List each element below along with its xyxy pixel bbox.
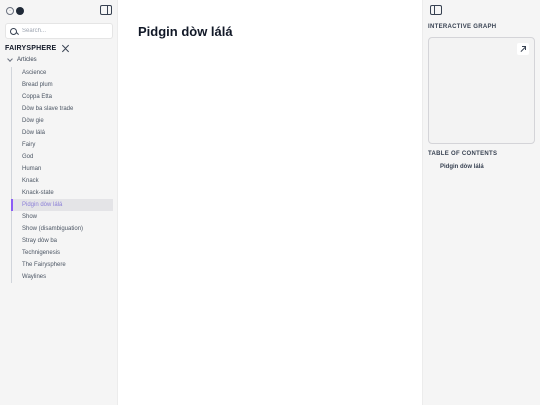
site-title[interactable]: FAIRYSPHERE bbox=[5, 44, 70, 52]
sidebar-item-ascience[interactable]: Ascience bbox=[12, 67, 113, 79]
sidebar-item-show[interactable]: Show bbox=[12, 211, 113, 223]
search-box[interactable] bbox=[5, 23, 113, 39]
sidebar-item-dow-ba-slave-trade[interactable]: Dòw ba slave trade bbox=[12, 103, 113, 115]
sidebar-item-stray-dow-ba[interactable]: Stray dòw ba bbox=[12, 235, 113, 247]
sidebar-item-the-fairysphere[interactable]: The Fairysphere bbox=[12, 259, 113, 271]
sidebar-item-show-disambiguation[interactable]: Show (disambiguation) bbox=[12, 223, 113, 235]
graph-heading: INTERACTIVE GRAPH bbox=[428, 24, 497, 30]
search-input[interactable] bbox=[22, 28, 102, 34]
site-title-text[interactable]: FAIRYSPHERE bbox=[5, 45, 56, 52]
sidebar-header: · bbox=[6, 5, 112, 17]
sidebar-item-dow-lala[interactable]: Dòw lálá bbox=[12, 127, 113, 139]
interactive-graph[interactable] bbox=[428, 37, 535, 144]
moon-icon[interactable] bbox=[16, 6, 24, 15]
panel-left-icon[interactable] bbox=[100, 5, 112, 15]
tree-folder-label[interactable]: Articles bbox=[17, 57, 37, 63]
search-icon bbox=[10, 27, 17, 35]
theme-toggle[interactable]: · bbox=[6, 5, 26, 16]
sidebar-item-dow-gie[interactable]: Dòw gie bbox=[12, 115, 113, 127]
tree-folder-articles[interactable]: Articles bbox=[7, 56, 37, 63]
sidebar-item-bread-plum[interactable]: Bread plum bbox=[12, 79, 113, 91]
expand-icon[interactable] bbox=[517, 43, 529, 55]
sidebar-item-knack-state[interactable]: Knack-state bbox=[12, 187, 113, 199]
chevron-down-icon[interactable] bbox=[7, 56, 13, 62]
page-title: Pidgin dòw lálá bbox=[138, 24, 233, 39]
collapse-icon[interactable] bbox=[62, 44, 70, 52]
left-sidebar: · FAIRYSPHERE Articles Ascience Bread pl… bbox=[0, 0, 118, 405]
sidebar-item-technigenesis[interactable]: Technigenesis bbox=[12, 247, 113, 259]
article-list: Ascience Bread plum Coppa Etta Dòw ba sl… bbox=[11, 67, 113, 283]
sidebar-item-coppa-etta[interactable]: Coppa Etta bbox=[12, 91, 113, 103]
toc-item[interactable]: Pidgin dòw lálá bbox=[440, 164, 484, 170]
right-sidebar: INTERACTIVE GRAPH TABLE OF CONTENTS Pidg… bbox=[422, 0, 540, 405]
sidebar-item-human[interactable]: Human bbox=[12, 163, 113, 175]
sidebar-item-god[interactable]: God bbox=[12, 151, 113, 163]
panel-right-icon[interactable] bbox=[430, 5, 442, 15]
sun-icon[interactable]: · bbox=[6, 6, 14, 15]
sidebar-item-waylines[interactable]: Waylines bbox=[12, 271, 113, 283]
sidebar-item-fairy[interactable]: Fairy bbox=[12, 139, 113, 151]
sidebar-item-pidgin-dow-lala[interactable]: Pidgin dòw lálá bbox=[11, 199, 113, 211]
sidebar-item-knack[interactable]: Knack bbox=[12, 175, 113, 187]
main-content: Pidgin dòw lálá bbox=[118, 0, 422, 405]
toc-heading[interactable]: TABLE OF CONTENTS bbox=[428, 151, 497, 157]
